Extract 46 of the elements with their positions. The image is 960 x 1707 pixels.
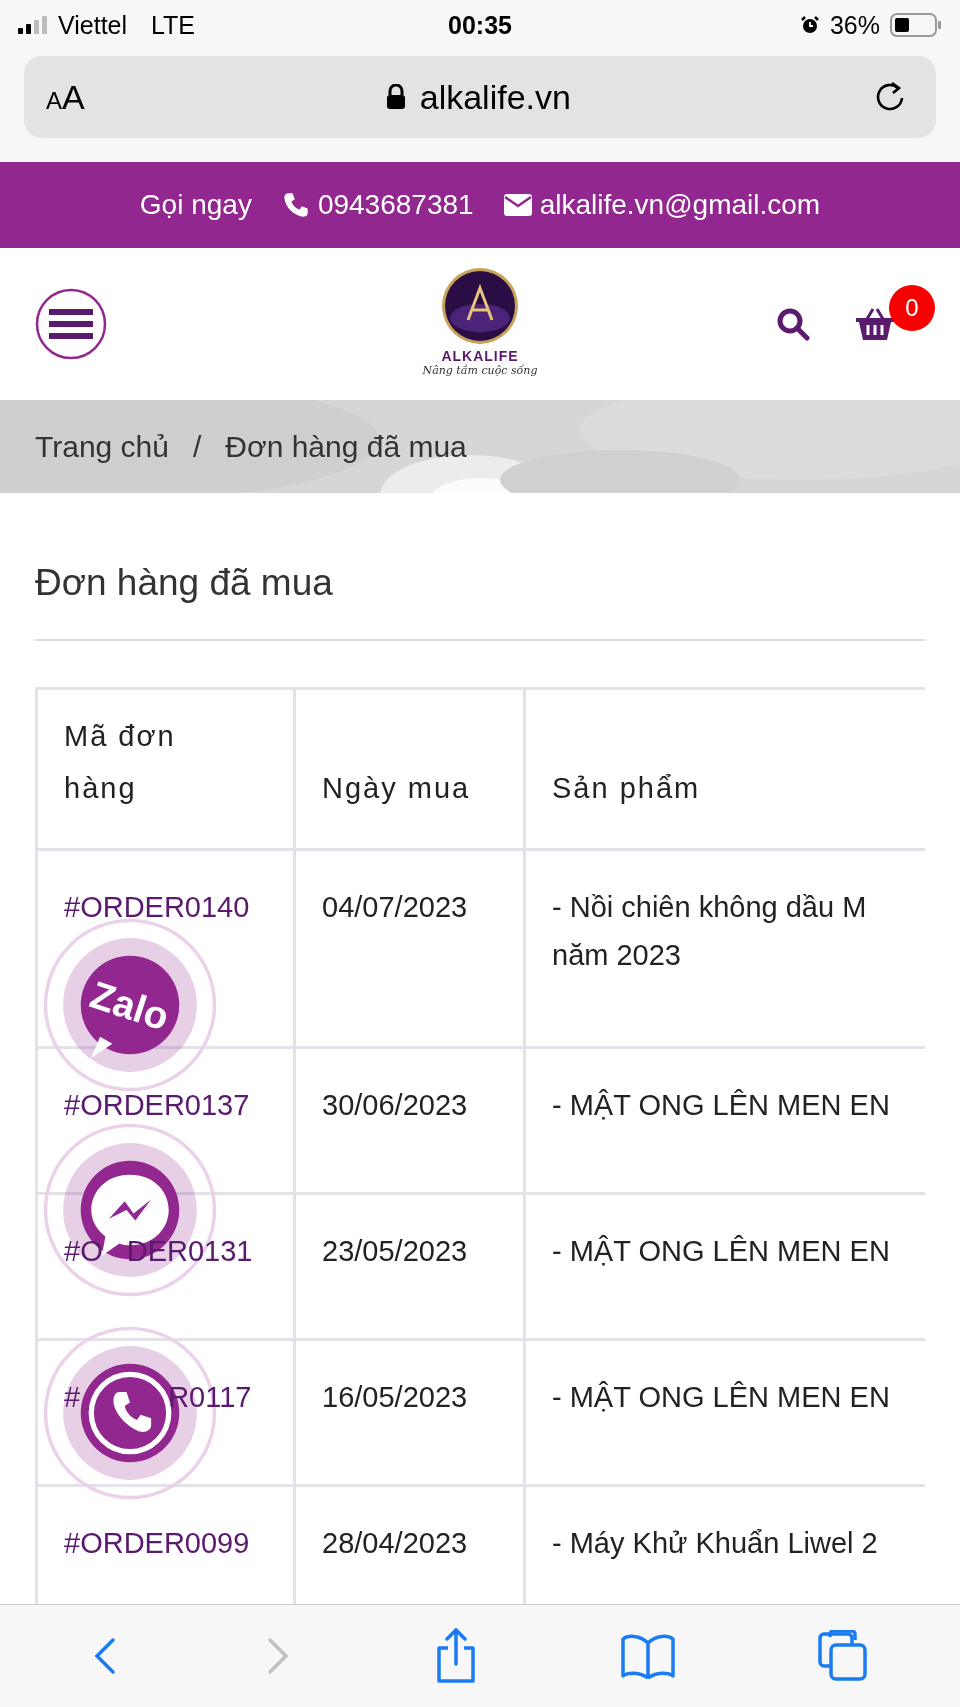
lock-icon bbox=[385, 84, 406, 110]
table-cell: 16/05/2023 bbox=[322, 1381, 468, 1413]
zalo-button[interactable]: Zalo bbox=[42, 917, 218, 1093]
network-type: LTE bbox=[151, 10, 196, 40]
phone-number[interactable]: 0943687381 bbox=[317, 189, 474, 221]
table-cell-text: - Nồi chiên không dầu M bbox=[552, 890, 868, 925]
mail-icon bbox=[503, 194, 532, 216]
order-link[interactable]: # bbox=[64, 1381, 81, 1413]
table-cell-text: - MẬT ONG LÊN MEN EN bbox=[552, 1380, 891, 1415]
basket-icon[interactable] bbox=[855, 307, 895, 341]
order-link[interactable]: #O bbox=[64, 1235, 103, 1267]
phone-icon bbox=[281, 191, 310, 219]
table-cell-text: - Máy Khử Khuẩn Liwel 2 bbox=[552, 1526, 879, 1561]
carrier-name: Viettel bbox=[58, 10, 128, 40]
battery-percent: 36% bbox=[829, 10, 880, 40]
table-cell-text: - MẬT ONG LÊN MEN EN bbox=[552, 1088, 891, 1123]
table-cell: 04/07/2023 bbox=[322, 891, 468, 923]
table-cell-text: - MẬT ONG LÊN MEN EN bbox=[552, 1234, 891, 1269]
column-header: Mã đơn hàng bbox=[64, 719, 177, 806]
address-bar[interactable]: AA alkalife.vn bbox=[24, 56, 936, 138]
page-title: Đơn hàng đã mua bbox=[35, 561, 334, 605]
brand-logo[interactable]: ALKALIFE Nâng tầm cuộc sống bbox=[405, 266, 555, 377]
table-cell: 30/06/2023 bbox=[322, 1089, 468, 1121]
table-cell: 23/05/2023 bbox=[322, 1235, 468, 1267]
breadcrumb-link[interactable]: Trang chủ bbox=[35, 429, 169, 464]
alarm-icon bbox=[799, 15, 820, 35]
battery-icon bbox=[890, 13, 942, 37]
search-icon[interactable] bbox=[776, 307, 810, 341]
breadcrumb-separator: / bbox=[192, 429, 202, 464]
cart-count-badge: 0 bbox=[889, 285, 935, 331]
text-size-button[interactable]: AA bbox=[46, 77, 85, 117]
column-header: Sản phẩm bbox=[552, 771, 701, 806]
order-link[interactable]: #ORDER0099 bbox=[64, 1527, 250, 1559]
breadcrumb-link[interactable]: Đơn hàng đã mua bbox=[225, 429, 467, 464]
column-header: Ngày mua bbox=[322, 771, 471, 806]
menu-icon[interactable] bbox=[35, 288, 107, 360]
url-text: alkalife.vn bbox=[419, 77, 571, 117]
signal-icon bbox=[18, 16, 48, 34]
tabs-icon[interactable] bbox=[817, 1630, 870, 1682]
call-label: Gọi ngay bbox=[139, 189, 252, 221]
table-cell-text: năm 2023 bbox=[552, 938, 682, 973]
clock-time: 00:35 bbox=[448, 10, 512, 40]
book-icon[interactable] bbox=[620, 1633, 677, 1679]
emblem-icon bbox=[440, 266, 520, 346]
email-address[interactable]: alkalife.vn@gmail.com bbox=[539, 189, 821, 221]
table-cell: 28/04/2023 bbox=[322, 1527, 468, 1559]
